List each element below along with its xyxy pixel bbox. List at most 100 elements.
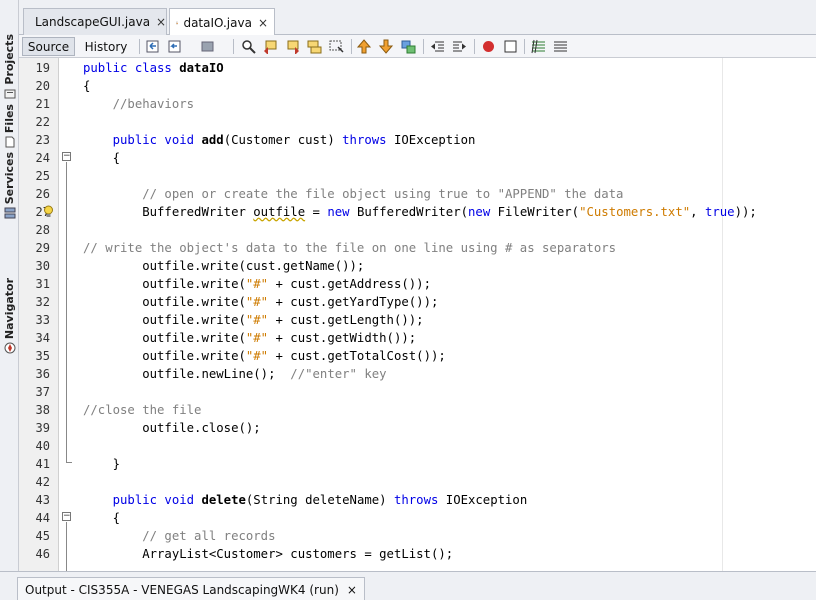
line-number: 26: [35, 187, 50, 201]
code-line: outfile.write("#" + cust.getYardType());: [83, 293, 438, 311]
find-selection-icon[interactable]: [307, 39, 322, 54]
code-token: outfile.newLine();: [83, 367, 291, 381]
code-token: =: [305, 205, 328, 219]
code-line: {: [83, 149, 120, 167]
code-token: outfile: [253, 205, 306, 219]
hint-lightbulb-icon[interactable]: [43, 205, 54, 218]
code-line: //behaviors: [83, 95, 194, 113]
code-line: //close the file: [83, 401, 201, 419]
files-tab[interactable]: Files: [0, 104, 19, 148]
fold-guide: [66, 162, 67, 462]
editor-tab-bar: LandscapeGUI.java × dataIO.java ×: [19, 0, 816, 36]
tab-landscapegui-java[interactable]: LandscapeGUI.java ×: [23, 8, 167, 35]
shift-right-icon[interactable]: [452, 39, 467, 54]
code-line: BufferedWriter outfile = new BufferedWri…: [83, 203, 757, 221]
code-token: IOException: [386, 133, 476, 147]
prev-bookmark-icon[interactable]: [357, 39, 372, 54]
output-panel-bar: Output - CIS355A - VENEGAS LandscapingWK…: [0, 571, 816, 600]
code-token: dataIO: [179, 61, 224, 75]
java-file-icon: [176, 21, 179, 24]
code-token: outfile.write(: [83, 313, 246, 327]
line-number: 36: [35, 367, 50, 381]
code-token: "#": [245, 295, 269, 309]
shift-left-icon[interactable]: [430, 39, 445, 54]
code-token: (String deleteName): [245, 493, 394, 507]
toolbar-separator: [233, 39, 234, 54]
code-token: + cust.getWidth());: [268, 331, 417, 345]
close-tab-icon[interactable]: ×: [156, 15, 166, 29]
tab-dataio-java[interactable]: dataIO.java ×: [169, 8, 275, 36]
line-number: 41: [35, 457, 50, 471]
code-line: public class dataIO: [83, 59, 224, 77]
code-token: FileWriter(: [490, 205, 580, 219]
code-line: outfile.newLine(); //"enter" key: [83, 365, 387, 383]
services-tab[interactable]: Services: [0, 152, 19, 219]
uncomment-icon[interactable]: [553, 39, 568, 54]
code-token: IOException: [438, 493, 528, 507]
code-line: // open or create the file object using …: [83, 185, 623, 203]
code-token: //"enter" key: [290, 367, 387, 381]
source-button[interactable]: Source: [22, 37, 75, 56]
line-number: 30: [35, 259, 50, 273]
code-line: outfile.close();: [83, 419, 260, 437]
fold-guide-end: [66, 462, 72, 463]
record-macro-icon[interactable]: [481, 39, 496, 54]
history-button[interactable]: History: [79, 37, 133, 56]
code-token: "#": [245, 313, 269, 327]
navigator-tab-label: Navigator: [2, 278, 16, 340]
navigator-icon: [4, 342, 15, 354]
toggle-highlight-icon[interactable]: [329, 39, 344, 54]
code-token: outfile.write(: [83, 277, 246, 291]
line-number: 28: [35, 223, 50, 237]
line-number: 39: [35, 421, 50, 435]
code-line: {: [83, 509, 120, 527]
line-number: 42: [35, 475, 50, 489]
code-token: new: [327, 205, 350, 219]
fold-toggle-icon[interactable]: −: [62, 152, 71, 161]
files-icon: [5, 136, 14, 148]
close-tab-icon[interactable]: ×: [347, 583, 357, 597]
last-edit-icon[interactable]: [146, 39, 161, 54]
fold-guide: [66, 522, 67, 571]
code-line: public void add(Customer cust) throws IO…: [83, 131, 476, 149]
projects-tab[interactable]: Projects: [0, 34, 19, 100]
code-token: "#": [245, 277, 269, 291]
code-line: outfile.write("#" + cust.getAddress());: [83, 275, 431, 293]
navigator-tab[interactable]: Navigator: [0, 278, 19, 354]
stop-macro-icon[interactable]: [503, 39, 518, 54]
code-line: outfile.write("#" + cust.getWidth());: [83, 329, 416, 347]
line-number: 44: [35, 511, 50, 525]
code-token: //close the file: [83, 403, 202, 417]
close-tab-icon[interactable]: ×: [258, 16, 268, 30]
code-line: }: [83, 455, 120, 473]
tab-label: LandscapeGUI.java: [35, 15, 151, 29]
comment-icon[interactable]: [531, 39, 546, 54]
line-number: 37: [35, 385, 50, 399]
right-margin-guide: [722, 58, 723, 571]
find-previous-icon[interactable]: [263, 39, 278, 54]
tab-label: dataIO.java: [183, 15, 252, 30]
find-icon[interactable]: [241, 39, 256, 54]
forward-icon[interactable]: [201, 39, 216, 54]
code-line: outfile.write("#" + cust.getTotalCost())…: [83, 347, 446, 365]
output-tab[interactable]: Output - CIS355A - VENEGAS LandscapingWK…: [17, 577, 365, 600]
output-tab-label: Output - CIS355A - VENEGAS LandscapingWK…: [25, 582, 339, 597]
code-token: }: [83, 457, 121, 471]
code-line: {: [83, 77, 90, 95]
toggle-bookmark-icon[interactable]: [401, 39, 416, 54]
code-line: outfile.write(cust.getName());: [83, 257, 364, 275]
back-icon[interactable]: [168, 39, 183, 54]
line-number: 23: [35, 133, 50, 147]
side-panel-strip: Projects Files Services Navigator: [0, 0, 19, 600]
next-bookmark-icon[interactable]: [379, 39, 394, 54]
code-line: public void delete(String deleteName) th…: [83, 491, 528, 509]
code-editor[interactable]: 19 20 21 22 23 24 25 26 27 28 29 30 31 32 33 34 35 36 37 38…: [19, 58, 816, 571]
files-tab-label: Files: [2, 104, 16, 134]
code-token: delete: [201, 493, 246, 507]
line-number: 21: [35, 97, 50, 111]
code-token: // get all records: [83, 529, 276, 543]
fold-toggle-icon[interactable]: −: [62, 512, 71, 521]
code-token: {: [83, 79, 91, 93]
code-token: "#": [245, 349, 269, 363]
find-next-icon[interactable]: [285, 39, 300, 54]
